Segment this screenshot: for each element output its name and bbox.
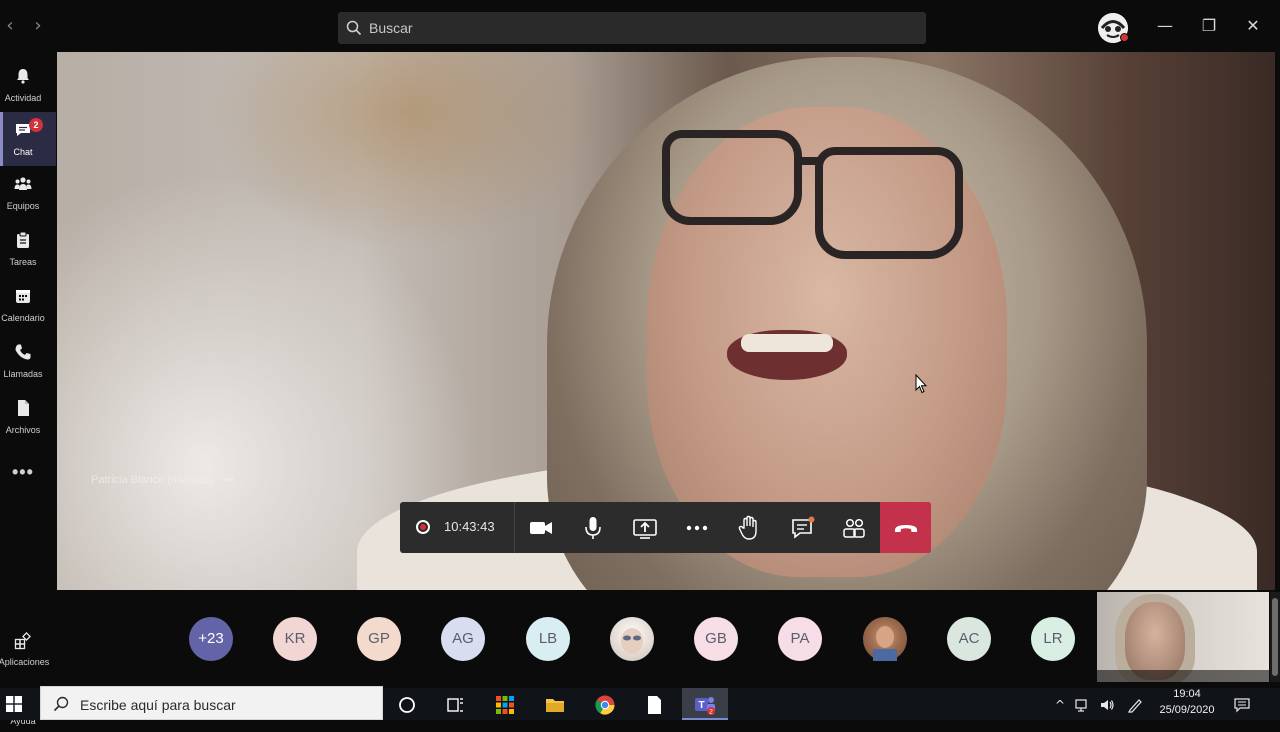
search-placeholder: Buscar	[369, 20, 413, 36]
teams-icon	[14, 177, 32, 190]
camera-toggle-button[interactable]	[527, 514, 555, 542]
presence-busy-indicator	[1120, 33, 1129, 42]
scrollbar-thumb[interactable]	[1272, 598, 1278, 676]
self-view-video[interactable]	[1097, 592, 1269, 682]
participant-avatar[interactable]: GP	[357, 617, 401, 661]
forward-arrow-icon[interactable]: ›	[28, 14, 48, 38]
svg-text:T: T	[698, 700, 704, 711]
svg-text:2: 2	[709, 709, 713, 716]
microphone-toggle-button[interactable]	[579, 514, 607, 542]
back-arrow-icon[interactable]: ‹	[0, 14, 20, 38]
apps-icon	[14, 632, 31, 650]
store-app-icon[interactable]	[494, 694, 516, 716]
maximize-button[interactable]: ❐	[1197, 14, 1221, 38]
call-duration: 10:43:43	[444, 519, 495, 534]
participant-more-icon[interactable]: •••	[222, 474, 234, 486]
sidebar-item-actividad[interactable]: Actividad	[0, 58, 56, 112]
pen-workspace-icon[interactable]	[1127, 697, 1143, 713]
bell-icon	[17, 69, 29, 84]
sidebar-item-label: Chat	[13, 147, 33, 157]
participant-avatar[interactable]: AC	[947, 617, 991, 661]
background-blur-warm	[207, 52, 607, 252]
conversation-button[interactable]	[789, 514, 817, 542]
sidebar-item-calendario[interactable]: Calendario	[0, 278, 56, 332]
chrome-icon[interactable]	[594, 694, 616, 716]
participant-avatar[interactable]: AG	[441, 617, 485, 661]
share-screen-button[interactable]	[631, 514, 659, 542]
sidebar-item-archivos[interactable]: Archivos	[0, 390, 56, 444]
taskbar-search-placeholder: Escribe aquí para buscar	[80, 697, 236, 713]
participant-photo-avatar[interactable]	[610, 617, 654, 661]
unread-badge: 2	[29, 118, 43, 132]
speaker-glasses-right	[815, 147, 963, 259]
file-explorer-icon[interactable]	[544, 694, 566, 716]
participant-photo-avatar[interactable]	[863, 617, 907, 661]
scrollbar[interactable]	[1270, 592, 1280, 682]
speaker-glasses-left	[662, 130, 802, 225]
calendar-icon	[16, 290, 30, 303]
self-view-controls	[1097, 670, 1269, 682]
clock-time[interactable]: 19:04	[1172, 688, 1202, 700]
more-apps-icon[interactable]: •••	[12, 462, 34, 483]
windows-start-icon[interactable]	[6, 696, 22, 712]
show-hidden-icons-icon[interactable]: ^	[1052, 697, 1068, 713]
search-icon	[53, 696, 69, 712]
participant-avatar[interactable]: LR	[1031, 617, 1075, 661]
speaker-teeth	[741, 334, 833, 352]
sidebar-item-label: Actividad	[4, 93, 42, 103]
app-rail: Actividad 2 Chat Equipos Tareas Calendar…	[0, 52, 56, 726]
tasks-icon	[17, 231, 29, 248]
title-bar: ‹ › Buscar — ❐ ✕	[0, 0, 1280, 52]
clock-date[interactable]: 25/09/2020	[1156, 704, 1218, 716]
call-controls-toolbar: 10:43:43	[400, 502, 931, 553]
files-icon	[18, 400, 29, 416]
participants-strip: +23 KR GP AG LB GB PA AC LR	[57, 590, 1097, 684]
participant-avatar[interactable]: LB	[526, 617, 570, 661]
participant-avatar[interactable]: KR	[273, 617, 317, 661]
hang-up-icon	[895, 525, 917, 532]
sidebar-item-tareas[interactable]: Tareas	[0, 222, 56, 276]
sidebar-item-label: Equipos	[6, 201, 40, 211]
mouse-cursor-icon	[915, 374, 927, 394]
sidebar-item-label: Tareas	[9, 257, 37, 267]
raise-hand-button[interactable]	[735, 514, 763, 542]
toolbar-divider	[514, 502, 515, 553]
notifications-icon[interactable]	[1234, 697, 1250, 713]
participant-name-label: Patricia Blanco (Invitado) •••	[91, 474, 234, 486]
sidebar-item-label: Aplicaciones	[0, 657, 50, 667]
more-options-button[interactable]	[683, 514, 711, 542]
man-photo-icon	[873, 626, 897, 661]
taskbar-search-input[interactable]: Escribe aquí para buscar	[40, 686, 383, 720]
sidebar-item-label: Archivos	[5, 425, 41, 435]
network-icon[interactable]	[1075, 697, 1091, 713]
participant-avatar[interactable]: PA	[778, 617, 822, 661]
speaker-glasses-bridge	[797, 157, 821, 165]
participant-avatar[interactable]: GB	[694, 617, 738, 661]
sidebar-item-label: Llamadas	[3, 369, 43, 379]
sidebar-item-label: Calendario	[1, 313, 45, 323]
sidebar-item-aplicaciones[interactable]: Aplicaciones	[0, 632, 56, 676]
search-input[interactable]: Buscar	[338, 12, 926, 44]
participants-button[interactable]	[840, 514, 868, 542]
teams-app-icon: T 2	[695, 697, 715, 716]
minimize-button[interactable]: —	[1153, 14, 1177, 38]
participant-name: Patricia Blanco (Invitado)	[91, 474, 214, 486]
hang-up-button[interactable]	[880, 502, 931, 553]
task-view-icon[interactable]	[444, 694, 466, 716]
sidebar-item-equipos[interactable]: Equipos	[0, 166, 56, 220]
sidebar-item-chat[interactable]: 2 Chat	[0, 112, 56, 166]
search-icon	[346, 20, 362, 36]
document-app-icon[interactable]	[643, 694, 665, 716]
sunglasses-photo-icon	[621, 628, 643, 654]
teams-taskbar-button[interactable]: T 2	[682, 688, 728, 720]
cortana-icon[interactable]	[396, 694, 418, 716]
recording-indicator-icon[interactable]	[416, 520, 430, 534]
volume-icon[interactable]	[1099, 697, 1115, 713]
self-face	[1125, 602, 1185, 680]
phone-icon	[15, 344, 31, 360]
sidebar-item-llamadas[interactable]: Llamadas	[0, 334, 56, 388]
more-participants-avatar[interactable]: +23	[189, 617, 233, 661]
close-button[interactable]: ✕	[1241, 14, 1265, 38]
